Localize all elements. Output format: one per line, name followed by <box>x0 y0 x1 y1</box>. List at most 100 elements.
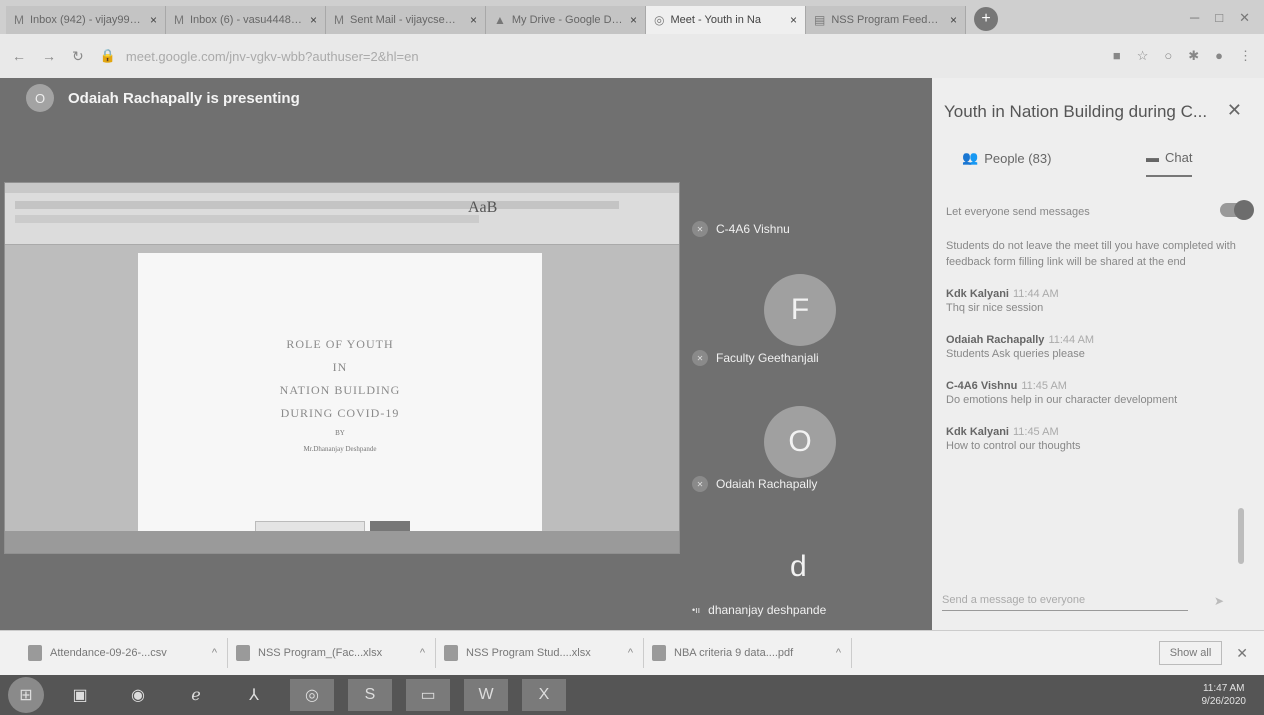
doc-title-line: IN <box>332 360 348 374</box>
close-tab-icon[interactable]: × <box>470 13 477 27</box>
chat-icon: ▬ <box>1146 150 1159 165</box>
address-bar-row: ← → ↻ 🔒 meet.google.com/jnv-vgkv-wbb?aut… <box>0 34 1264 78</box>
window-close-icon[interactable]: ✕ <box>1239 10 1250 26</box>
presenter-bar: O Odaiah Rachapally is presenting <box>26 84 300 112</box>
forms-icon: ▤ <box>814 13 826 27</box>
chevron-up-icon[interactable]: ^ <box>420 647 425 659</box>
shared-screen: AaB ROLE OF YOUTH IN NATION BUILDING DUR… <box>4 182 680 554</box>
let-everyone-send-row: Let everyone send messages <box>946 200 1254 220</box>
browser-tab[interactable]: M Inbox (6) - vasu44482... × <box>166 6 326 34</box>
chat-panel: Youth in Nation Building during C... ✕ 👥… <box>932 78 1264 630</box>
new-tab-button[interactable]: + <box>974 7 998 31</box>
browser-tab[interactable]: M Sent Mail - vijaycse@g... × <box>326 6 486 34</box>
close-tab-icon[interactable]: × <box>150 13 157 27</box>
windows-taskbar: ⊞ ▣ ◉ ℯ ⅄ ◎ S ▭ W X 11:47 AM 9/26/2020 <box>0 675 1264 715</box>
style-preview: AaB <box>468 199 498 216</box>
skype-icon[interactable]: S <box>348 679 392 711</box>
firefox-icon[interactable]: ◉ <box>116 679 160 711</box>
presenter-text: Odaiah Rachapally is presenting <box>68 89 300 107</box>
download-item[interactable]: NBA criteria 9 data....pdf ^ <box>644 638 852 668</box>
system-clock[interactable]: 11:47 AM 9/26/2020 <box>1202 682 1247 708</box>
chat-message: Odaiah Rachapally 11:44 AM Students Ask q… <box>946 334 1095 360</box>
gmail-icon: M <box>14 13 24 27</box>
participant-tile-label: •ıı dhananjay deshpande <box>692 603 827 617</box>
participant-avatar: d <box>790 550 807 583</box>
profile-icon[interactable]: ● <box>1215 48 1223 64</box>
browser-tab[interactable]: ▲ My Drive - Google Drive × <box>486 6 646 34</box>
send-icon[interactable]: ➤ <box>1214 594 1224 608</box>
close-tab-icon[interactable]: × <box>310 13 317 27</box>
extensions-area: ■ ☆ ○ ✱ ● ⋮ <box>1113 48 1252 64</box>
word-icon[interactable]: W <box>464 679 508 711</box>
document-page: ROLE OF YOUTH IN NATION BUILDING DURING … <box>138 253 542 533</box>
puzzle-icon[interactable]: ✱ <box>1188 48 1199 64</box>
chat-message: C-4A6 Vishnu 11:45 AM Do emotions help in… <box>946 380 1178 406</box>
pdf-file-icon <box>652 645 666 661</box>
download-item[interactable]: NSS Program Stud....xlsx ^ <box>436 638 644 668</box>
acrobat-icon[interactable]: ⅄ <box>232 679 276 711</box>
back-icon[interactable]: ← <box>12 48 26 64</box>
people-icon: 👥 <box>962 150 979 165</box>
download-item[interactable]: NSS Program_(Fac...xlsx ^ <box>228 638 436 668</box>
chat-message: Kdk Kalyani 11:44 AM Thq sir nice session <box>946 288 1059 314</box>
gmail-icon: M <box>174 13 184 27</box>
word-ribbon: AaB <box>5 183 679 245</box>
doc-author: Mr.Dhananjay Deshpande <box>303 445 377 453</box>
chat-input[interactable]: Send a message to everyone <box>942 594 1188 611</box>
panel-title: Youth in Nation Building during C... <box>944 102 1208 121</box>
chat-message: Kdk Kalyani 11:45 AM How to control our t… <box>946 426 1081 452</box>
browser-tab[interactable]: ▤ NSS Program Feedback × <box>806 6 966 34</box>
speaking-icon: •ıı <box>692 605 701 615</box>
lock-icon: 🔒 <box>99 48 116 63</box>
close-downloads-icon[interactable]: ✕ <box>1236 645 1248 662</box>
chevron-up-icon[interactable]: ^ <box>212 647 217 659</box>
excel-icon[interactable]: X <box>522 679 566 711</box>
camera-icon[interactable]: ■ <box>1113 48 1121 64</box>
browser-tab[interactable]: M Inbox (942) - vijay995... × <box>6 6 166 34</box>
star-icon[interactable]: ☆ <box>1137 48 1149 64</box>
meeting-stage: O Odaiah Rachapally is presenting AaB RO… <box>0 78 932 630</box>
close-icon[interactable]: ✕ <box>1227 100 1242 121</box>
meet-icon: ◎ <box>654 13 665 27</box>
participant-tile-label: ✕ Faculty Geethanjali <box>692 350 819 366</box>
extension-icon[interactable]: ○ <box>1164 48 1172 64</box>
folder-icon[interactable]: ▭ <box>406 679 450 711</box>
spreadsheet-file-icon <box>28 645 42 661</box>
start-button[interactable]: ⊞ <box>8 677 44 713</box>
ie-icon[interactable]: ℯ <box>174 679 218 711</box>
maximize-icon[interactable]: □ <box>1215 10 1223 26</box>
forward-icon[interactable]: → <box>42 48 56 64</box>
close-tab-icon[interactable]: × <box>950 13 957 27</box>
mic-muted-icon: ✕ <box>692 221 708 237</box>
send-messages-toggle[interactable] <box>1220 200 1254 220</box>
chat-messages: Students do not leave the meet till you … <box>946 238 1242 472</box>
participant-avatar: F <box>764 274 836 346</box>
chat-scrollbar[interactable] <box>1238 508 1244 564</box>
minimize-icon[interactable]: ─ <box>1190 10 1199 26</box>
presenter-avatar: O <box>26 84 54 112</box>
tab-people[interactable]: 👥 People (83) <box>962 150 1051 166</box>
menu-icon[interactable]: ⋮ <box>1239 48 1252 64</box>
chevron-up-icon[interactable]: ^ <box>628 647 633 659</box>
participant-avatar: O <box>764 406 836 478</box>
chevron-up-icon[interactable]: ^ <box>836 647 841 659</box>
chrome-icon[interactable]: ◎ <box>290 679 334 711</box>
spreadsheet-file-icon <box>236 645 250 661</box>
browser-tab-active[interactable]: ◎ Meet - Youth in Na × <box>646 6 806 34</box>
doc-title-line: NATION BUILDING <box>279 383 401 397</box>
download-item[interactable]: Attendance-09-26-...csv ^ <box>20 638 228 668</box>
doc-by: BY <box>335 429 345 437</box>
window-controls: ─ □ ✕ <box>1190 10 1250 26</box>
show-all-button[interactable]: Show all <box>1158 641 1223 665</box>
close-tab-icon[interactable]: × <box>790 13 797 27</box>
doc-title-line: DURING COVID-19 <box>280 406 400 420</box>
file-explorer-icon[interactable]: ▣ <box>58 679 102 711</box>
mic-muted-icon: ✕ <box>692 476 708 492</box>
close-tab-icon[interactable]: × <box>630 13 637 27</box>
tab-chat[interactable]: ▬ Chat <box>1146 150 1193 177</box>
gmail-icon: M <box>334 13 344 27</box>
participant-tile-label: ✕ C-4A6 Vishnu <box>692 221 790 237</box>
browser-tab-strip: M Inbox (942) - vijay995... × M Inbox (6) -… <box>0 0 1264 34</box>
url-field[interactable]: 🔒 meet.google.com/jnv-vgkv-wbb?authuser=… <box>100 48 1097 64</box>
reload-icon[interactable]: ↻ <box>72 48 84 65</box>
